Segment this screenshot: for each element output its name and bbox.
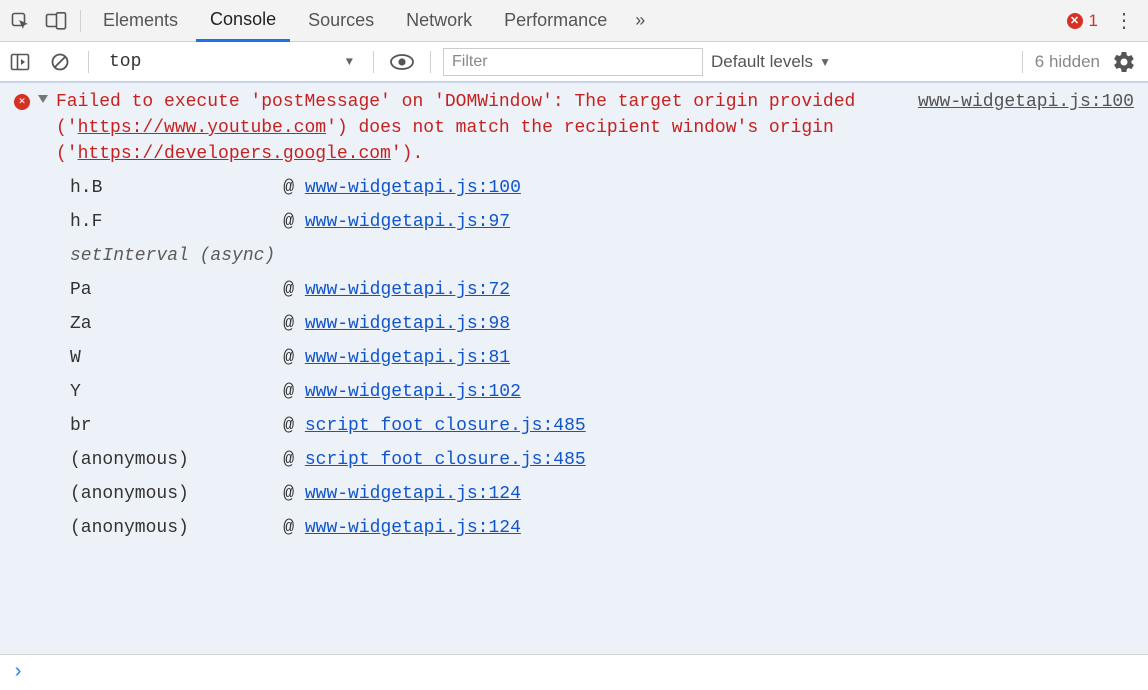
toolbar-separator-3 xyxy=(430,51,431,73)
console-error-message[interactable]: ✕ Failed to execute 'postMessage' on 'DO… xyxy=(0,83,1148,549)
stack-frame-link[interactable]: script_foot_closure.js:485 xyxy=(305,450,586,470)
inspect-icon[interactable] xyxy=(4,5,36,37)
error-count: 1 xyxy=(1089,11,1098,31)
error-recipient-link[interactable]: https://developers.google.com xyxy=(78,144,391,164)
log-levels-label: Default levels xyxy=(711,52,813,72)
stack-trace: h.B@ www-widgetapi.js:100h.F@ www-widget… xyxy=(70,171,594,545)
toolbar-separator-4 xyxy=(1022,51,1023,73)
stack-frame-link[interactable]: www-widgetapi.js:100 xyxy=(305,178,521,198)
stack-frame-link[interactable]: script_foot_closure.js:485 xyxy=(305,416,586,436)
error-source-link[interactable]: www-widgetapi.js:100 xyxy=(918,92,1134,112)
stack-frame-fn: h.B xyxy=(70,171,283,205)
context-selector[interactable]: top ▼ xyxy=(101,47,361,77)
stack-frame-fn: Za xyxy=(70,307,283,341)
toolbar-separator-2 xyxy=(373,51,374,73)
stack-frame: h.F@ www-widgetapi.js:97 xyxy=(70,205,594,239)
console-prompt[interactable]: › xyxy=(0,654,1148,690)
expand-toggle-icon[interactable] xyxy=(38,95,48,103)
tab-separator xyxy=(80,10,81,32)
toolbar-separator-1 xyxy=(88,51,89,73)
tab-console[interactable]: Console xyxy=(196,0,290,42)
console-output: ✕ Failed to execute 'postMessage' on 'DO… xyxy=(0,82,1148,654)
stack-frame-location: @ www-widgetapi.js:97 xyxy=(283,205,593,239)
clear-console-icon[interactable] xyxy=(44,46,76,78)
stack-frame-link[interactable]: www-widgetapi.js:124 xyxy=(305,484,521,504)
stack-frame: (anonymous)@ script_foot_closure.js:485 xyxy=(70,443,594,477)
toggle-sidebar-icon[interactable] xyxy=(4,46,36,78)
stack-frame: br@ script_foot_closure.js:485 xyxy=(70,409,594,443)
tab-sources[interactable]: Sources xyxy=(294,0,388,42)
devtools-tabbar: Elements Console Sources Network Perform… xyxy=(0,0,1148,42)
kebab-menu-icon[interactable]: ⋮ xyxy=(1108,5,1140,37)
tab-more[interactable]: » xyxy=(625,0,655,42)
stack-frame-fn: setInterval (async) xyxy=(70,239,283,273)
stack-frame-link[interactable]: www-widgetapi.js:98 xyxy=(305,314,510,334)
stack-frame-location: @ script_foot_closure.js:485 xyxy=(283,443,593,477)
console-toolbar: top ▼ Default levels ▼ 6 hidden xyxy=(0,42,1148,82)
stack-frame-fn: h.F xyxy=(70,205,283,239)
stack-frame-link[interactable]: www-widgetapi.js:124 xyxy=(305,518,521,538)
stack-frame-fn: Pa xyxy=(70,273,283,307)
stack-frame-link[interactable]: www-widgetapi.js:81 xyxy=(305,348,510,368)
chevron-down-icon: ▼ xyxy=(346,55,353,69)
stack-frame: (anonymous)@ www-widgetapi.js:124 xyxy=(70,511,594,545)
error-badge[interactable]: ✕ 1 xyxy=(1061,11,1104,31)
stack-frame-location: @ www-widgetapi.js:124 xyxy=(283,477,593,511)
stack-frame: (anonymous)@ www-widgetapi.js:124 xyxy=(70,477,594,511)
stack-frame-location: @ script_foot_closure.js:485 xyxy=(283,409,593,443)
settings-icon[interactable] xyxy=(1108,46,1140,78)
error-text: Failed to execute 'postMessage' on 'DOMW… xyxy=(56,89,886,167)
error-icon: ✕ xyxy=(1067,13,1083,29)
stack-frame-fn: (anonymous) xyxy=(70,511,283,545)
chevron-down-icon: ▼ xyxy=(819,55,831,69)
stack-frame-fn: br xyxy=(70,409,283,443)
error-source: www-widgetapi.js:100 xyxy=(918,89,1134,115)
context-selector-label: top xyxy=(109,52,141,72)
stack-frame-link[interactable]: www-widgetapi.js:72 xyxy=(305,280,510,300)
stack-frame-link[interactable]: www-widgetapi.js:102 xyxy=(305,382,521,402)
stack-frame-location: @ www-widgetapi.js:98 xyxy=(283,307,593,341)
stack-frame-fn: (anonymous) xyxy=(70,443,283,477)
stack-frame-location: @ www-widgetapi.js:100 xyxy=(283,171,593,205)
error-origin-link[interactable]: https://www.youtube.com xyxy=(78,118,326,138)
stack-frame: setInterval (async) xyxy=(70,239,594,273)
filter-input[interactable] xyxy=(443,48,703,76)
stack-frame: W@ www-widgetapi.js:81 xyxy=(70,341,594,375)
device-toolbar-icon[interactable] xyxy=(40,5,72,37)
stack-frame-link[interactable]: www-widgetapi.js:97 xyxy=(305,212,510,232)
prompt-chevron-icon: › xyxy=(12,661,24,684)
stack-frame: Y@ www-widgetapi.js:102 xyxy=(70,375,594,409)
stack-frame: Pa@ www-widgetapi.js:72 xyxy=(70,273,594,307)
tab-performance[interactable]: Performance xyxy=(490,0,621,42)
stack-frame-fn: W xyxy=(70,341,283,375)
stack-frame-location: @ www-widgetapi.js:124 xyxy=(283,511,593,545)
error-icon: ✕ xyxy=(14,94,30,110)
stack-frame: Za@ www-widgetapi.js:98 xyxy=(70,307,594,341)
stack-frame-location: @ www-widgetapi.js:81 xyxy=(283,341,593,375)
hidden-messages-count[interactable]: 6 hidden xyxy=(1035,52,1100,72)
stack-frame-fn: (anonymous) xyxy=(70,477,283,511)
stack-frame-fn: Y xyxy=(70,375,283,409)
stack-frame: h.B@ www-widgetapi.js:100 xyxy=(70,171,594,205)
tab-elements[interactable]: Elements xyxy=(89,0,192,42)
live-expression-icon[interactable] xyxy=(386,46,418,78)
stack-frame-location: @ www-widgetapi.js:102 xyxy=(283,375,593,409)
tab-network[interactable]: Network xyxy=(392,0,486,42)
log-levels-selector[interactable]: Default levels ▼ xyxy=(711,52,831,72)
stack-frame-location: @ www-widgetapi.js:72 xyxy=(283,273,593,307)
